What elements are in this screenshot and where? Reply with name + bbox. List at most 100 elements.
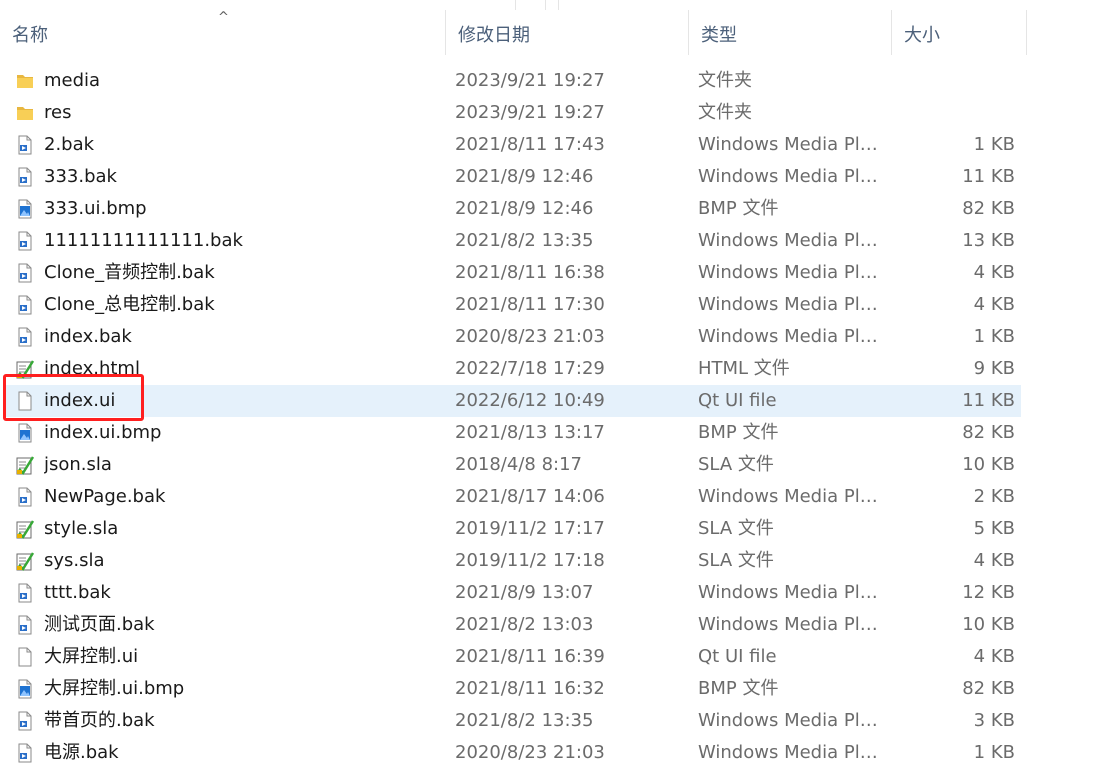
- file-type: Windows Media Pla...: [698, 614, 886, 635]
- image-file-icon: [15, 423, 35, 443]
- file-date: 2021/8/11 17:43: [455, 134, 605, 155]
- column-header-date[interactable]: 修改日期: [446, 10, 689, 55]
- file-size: 3 KB: [973, 710, 1015, 731]
- file-date: 2019/11/2 17:17: [455, 518, 605, 539]
- file-name: 电源.bak: [44, 742, 119, 763]
- column-header-name[interactable]: 名称: [0, 10, 446, 55]
- file-type: BMP 文件: [698, 198, 779, 219]
- file-row[interactable]: Clone_音频控制.bak 2021/8/11 16:38 Windows Med…: [0, 257, 1113, 289]
- checklist-file-icon: [15, 519, 35, 539]
- file-row[interactable]: index.html 2022/7/18 17:29 HTML 文件 9 KB: [0, 353, 1113, 385]
- file-size: 82 KB: [962, 198, 1015, 219]
- file-type: Windows Media Pla...: [698, 710, 886, 731]
- file-row[interactable]: 333.bak 2021/8/9 12:46 Windows Media Pla..…: [0, 161, 1113, 193]
- media-file-icon: [15, 583, 35, 603]
- file-row[interactable]: 电源.bak 2020/8/23 21:03 Windows Media Pla..…: [0, 737, 1113, 769]
- file-row[interactable]: 大屏控制.ui.bmp 2021/8/11 16:32 BMP 文件 82 KB: [0, 673, 1113, 705]
- file-name: tttt.bak: [44, 582, 111, 603]
- file-date: 2021/8/17 14:06: [455, 486, 605, 507]
- file-size: 1 KB: [973, 742, 1015, 763]
- folder-icon: [15, 103, 35, 123]
- file-row[interactable]: sys.sla 2019/11/2 17:18 SLA 文件 4 KB: [0, 545, 1113, 577]
- file-type: SLA 文件: [698, 550, 774, 571]
- file-size: 11 KB: [962, 166, 1015, 187]
- file-type: Windows Media Pla...: [698, 294, 886, 315]
- file-row[interactable]: media 2023/9/21 19:27 文件夹: [0, 65, 1113, 97]
- file-name: 333.ui.bmp: [44, 198, 147, 219]
- file-size: 13 KB: [962, 230, 1015, 251]
- media-file-icon: [15, 487, 35, 507]
- file-date: 2021/8/9 13:07: [455, 582, 594, 603]
- file-row[interactable]: tttt.bak 2021/8/9 13:07 Windows Media Pla.…: [0, 577, 1113, 609]
- file-name: 大屏控制.ui: [44, 646, 139, 667]
- file-row[interactable]: 大屏控制.ui 2021/8/11 16:39 Qt UI file 4 KB: [0, 641, 1113, 673]
- file-row[interactable]: 测试页面.bak 2021/8/2 13:03 Windows Media Pla.…: [0, 609, 1113, 641]
- column-header: ^ 名称 修改日期 类型 大小: [0, 10, 1113, 55]
- blank-file-icon: [15, 647, 35, 667]
- file-type: Windows Media Pla...: [698, 742, 886, 763]
- file-name: index.ui: [44, 390, 116, 411]
- media-file-icon: [15, 711, 35, 731]
- column-header-size[interactable]: 大小: [892, 10, 1027, 55]
- file-row[interactable]: index.ui 2022/6/12 10:49 Qt UI file 11 KB: [0, 385, 1113, 417]
- file-row[interactable]: Clone_总电控制.bak 2021/8/11 17:30 Windows Med…: [0, 289, 1113, 321]
- file-type: HTML 文件: [698, 358, 790, 379]
- file-row[interactable]: 2.bak 2021/8/11 17:43 Windows Media Pla...…: [0, 129, 1113, 161]
- file-name: NewPage.bak: [44, 486, 166, 507]
- file-type: Windows Media Pla...: [698, 326, 886, 347]
- file-date: 2021/8/2 13:35: [455, 710, 594, 731]
- file-name: media: [44, 70, 101, 91]
- file-row[interactable]: 333.ui.bmp 2021/8/9 12:46 BMP 文件 82 KB: [0, 193, 1113, 225]
- file-size: 11 KB: [962, 390, 1015, 411]
- checklist-file-icon: [15, 359, 35, 379]
- file-row[interactable]: 11111111111111.bak 2021/8/2 13:35 Windows …: [0, 225, 1113, 257]
- column-header-type[interactable]: 类型: [689, 10, 892, 55]
- toolbar-divider: [558, 0, 559, 10]
- checklist-file-icon: [15, 455, 35, 475]
- file-date: 2021/8/11 17:30: [455, 294, 605, 315]
- file-row[interactable]: 带首页的.bak 2021/8/2 13:35 Windows Media Pla.…: [0, 705, 1113, 737]
- file-size: 12 KB: [962, 582, 1015, 603]
- file-date: 2021/8/9 12:46: [455, 166, 594, 187]
- file-type: Windows Media Pla...: [698, 166, 886, 187]
- file-row[interactable]: index.ui.bmp 2021/8/13 13:17 BMP 文件 82 KB: [0, 417, 1113, 449]
- file-date: 2021/8/2 13:03: [455, 614, 594, 635]
- file-size: 4 KB: [973, 294, 1015, 315]
- toolbar-divider: [545, 0, 546, 10]
- file-date: 2022/7/18 17:29: [455, 358, 605, 379]
- file-size: 10 KB: [962, 454, 1015, 475]
- file-name: json.sla: [44, 454, 112, 475]
- file-name: 大屏控制.ui.bmp: [44, 678, 185, 699]
- file-size: 2 KB: [973, 486, 1015, 507]
- file-size: [890, 65, 1015, 97]
- file-date: 2021/8/11 16:39: [455, 646, 605, 667]
- file-type: SLA 文件: [698, 518, 774, 539]
- file-row[interactable]: index.bak 2020/8/23 21:03 Windows Media Pl…: [0, 321, 1113, 353]
- blank-file-icon: [15, 391, 35, 411]
- file-row[interactable]: style.sla 2019/11/2 17:17 SLA 文件 5 KB: [0, 513, 1113, 545]
- file-date: 2021/8/11 16:32: [455, 678, 605, 699]
- file-date: 2022/6/12 10:49: [455, 390, 605, 411]
- file-name: index.ui.bmp: [44, 422, 162, 443]
- file-type: Windows Media Pla...: [698, 582, 886, 603]
- file-name: 333.bak: [44, 166, 117, 187]
- file-name: index.html: [44, 358, 140, 379]
- file-size: 9 KB: [973, 358, 1015, 379]
- file-type: Windows Media Pla...: [698, 230, 886, 251]
- file-row[interactable]: json.sla 2018/4/8 8:17 SLA 文件 10 KB: [0, 449, 1113, 481]
- file-row[interactable]: res 2023/9/21 19:27 文件夹: [0, 97, 1113, 129]
- file-type: Qt UI file: [698, 646, 777, 667]
- file-row[interactable]: NewPage.bak 2021/8/17 14:06 Windows Media …: [0, 481, 1113, 513]
- file-size: [890, 97, 1015, 129]
- file-date: 2021/8/9 12:46: [455, 198, 594, 219]
- checklist-file-icon: [15, 551, 35, 571]
- file-type: Windows Media Pla...: [698, 262, 886, 283]
- file-type: BMP 文件: [698, 678, 779, 699]
- file-name: sys.sla: [44, 550, 105, 571]
- file-size: 1 KB: [973, 134, 1015, 155]
- file-date: 2023/9/21 19:27: [455, 102, 605, 123]
- file-date: 2018/4/8 8:17: [455, 454, 582, 475]
- file-size: 4 KB: [973, 550, 1015, 571]
- folder-icon: [15, 71, 35, 91]
- file-name: index.bak: [44, 326, 132, 347]
